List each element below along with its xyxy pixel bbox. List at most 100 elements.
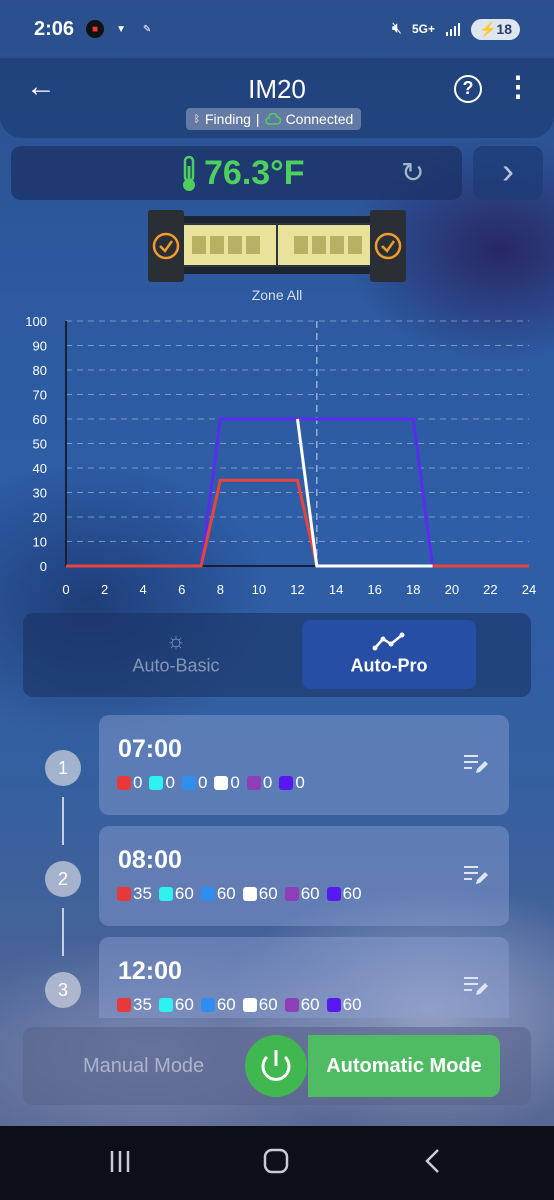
connection-status: ᛒ Finding | Connected <box>186 108 362 130</box>
edit-icon[interactable] <box>463 753 489 775</box>
x-tick-label: 16 <box>367 582 381 597</box>
y-tick-label: 90 <box>33 339 47 354</box>
step-number: 2 <box>45 861 81 897</box>
y-tick-label: 70 <box>33 388 47 403</box>
cloud-icon <box>264 113 281 125</box>
schedule-steps-list[interactable]: 1 07:00 0 0 0 0 0 0 2 08:00 35 60 60 60 60 60 3 12:00 35 60… <box>0 712 554 1018</box>
battery-indicator: ⚡18 <box>470 18 520 40</box>
channel-value: 60 <box>342 995 362 1014</box>
channel-swatch <box>242 887 257 901</box>
channel-value: 60 <box>300 995 320 1014</box>
channel-values: 35 60 60 60 60 60 <box>116 884 368 904</box>
channel-value: 60 <box>258 884 278 903</box>
channel-value: 60 <box>216 995 236 1014</box>
x-tick-label: 12 <box>290 582 304 597</box>
schedule-step-card[interactable]: 07:00 0 0 0 0 0 0 <box>99 715 509 815</box>
channel-value: 0 <box>133 773 143 792</box>
step-time: 08:00 <box>118 846 182 874</box>
mode-tabs: ☼ Auto-Basic Auto-Pro <box>23 613 531 697</box>
channel-swatch <box>158 998 173 1012</box>
connected-label: Connected <box>285 111 354 127</box>
notification-icon: ■ <box>86 20 105 38</box>
y-tick-label: 30 <box>33 486 47 501</box>
back-nav-icon[interactable] <box>420 1148 446 1174</box>
automatic-mode-button[interactable]: Automatic Mode <box>308 1035 500 1097</box>
channel-swatch <box>181 776 196 790</box>
step-connector <box>62 797 64 845</box>
y-tick-label: 0 <box>40 559 47 574</box>
channel-swatch <box>284 887 299 901</box>
channel-values: 35 60 60 60 60 60 <box>116 995 368 1015</box>
y-tick-label: 20 <box>33 510 47 525</box>
tab-auto-basic[interactable]: ☼ Auto-Basic <box>89 620 263 689</box>
channel-swatch <box>279 776 294 790</box>
edit-icon[interactable] <box>463 864 489 886</box>
edit-icon[interactable] <box>463 975 489 997</box>
manual-mode-button[interactable]: Manual Mode <box>83 1055 204 1078</box>
channel-value: 0 <box>165 773 175 792</box>
x-tick-label: 0 <box>62 582 69 597</box>
recent-apps-icon[interactable] <box>108 1148 134 1174</box>
step-time: 12:00 <box>118 957 182 985</box>
x-tick-label: 22 <box>483 582 497 597</box>
y-tick-label: 10 <box>33 535 47 550</box>
network-label: 5G+ <box>411 22 435 36</box>
channel-value: 60 <box>342 884 362 903</box>
channel-value: 60 <box>216 884 236 903</box>
temperature-panel: 76.3°F ↻ <box>11 146 462 200</box>
bluetooth-icon: ᛒ <box>194 113 200 125</box>
x-tick-label: 14 <box>329 582 343 597</box>
x-tick-label: 10 <box>252 582 266 597</box>
app-header: ← IM20 ᛒ Finding | Connected ? ⋮ <box>0 58 554 138</box>
x-tick-label: 18 <box>406 582 420 597</box>
finding-label: Finding <box>205 111 251 127</box>
channel-value: 35 <box>133 995 152 1014</box>
channel-swatch <box>158 887 173 901</box>
line-chart-icon <box>372 632 405 651</box>
channel-swatch <box>242 998 257 1012</box>
y-tick-label: 100 <box>25 314 47 329</box>
power-icon <box>261 1050 291 1081</box>
channel-swatch <box>200 887 215 901</box>
system-nav-bar <box>0 1126 554 1200</box>
zone-label: Zone All <box>251 287 303 303</box>
mute-icon: 🔇︎ <box>391 20 402 37</box>
channel-swatch <box>326 998 341 1012</box>
channel-swatch <box>117 887 131 901</box>
light-fixture-image[interactable] <box>148 210 406 282</box>
x-tick-label: 6 <box>178 582 185 597</box>
step-number: 3 <box>45 972 81 1008</box>
channel-value: 0 <box>197 773 208 792</box>
light-schedule-chart[interactable]: 10090807060504030201000 2 4 6 8 10 12 14 16 18 20 2… <box>0 306 554 606</box>
schedule-step-card[interactable]: 08:00 35 60 60 60 60 60 <box>99 826 509 926</box>
x-tick-label: 4 <box>140 582 147 597</box>
channel-value: 0 <box>262 773 273 792</box>
more-menu-icon[interactable]: ⋮ <box>504 72 532 102</box>
x-tick-label: 20 <box>445 582 459 597</box>
help-icon[interactable]: ? <box>454 75 482 103</box>
channel-value: 60 <box>258 995 278 1014</box>
channel-value: 60 <box>174 884 194 903</box>
x-tick-label: 24 <box>522 582 536 597</box>
step-number: 1 <box>45 750 81 786</box>
channel-swatch <box>149 776 164 790</box>
series-line-2 <box>66 478 529 568</box>
channel-swatch <box>214 776 229 790</box>
power-button[interactable] <box>245 1035 307 1097</box>
channel-swatch <box>200 998 215 1012</box>
schedule-step-card[interactable]: 12:00 35 60 60 60 60 60 <box>99 937 509 1018</box>
channel-value: 60 <box>300 884 320 903</box>
channel-value: 0 <box>295 773 305 792</box>
home-icon[interactable] <box>263 1148 289 1174</box>
x-tick-label: 2 <box>101 582 108 597</box>
sun-icon: ☼ <box>165 628 187 653</box>
chevron-right-icon[interactable]: › <box>473 146 543 200</box>
mode-switch-bar: Manual Mode Automatic Mode <box>23 1027 531 1105</box>
channel-swatch <box>326 887 341 901</box>
refresh-icon[interactable]: ↻ <box>401 158 424 188</box>
status-bar: 2:06 ■ ▼ ✎ 🔇︎ 5G+ ⚡18 <box>0 0 554 58</box>
y-tick-label: 40 <box>33 461 47 476</box>
channel-value: 60 <box>174 995 194 1014</box>
signal-icon <box>445 23 460 36</box>
tab-auto-pro[interactable]: Auto-Pro <box>302 620 476 689</box>
